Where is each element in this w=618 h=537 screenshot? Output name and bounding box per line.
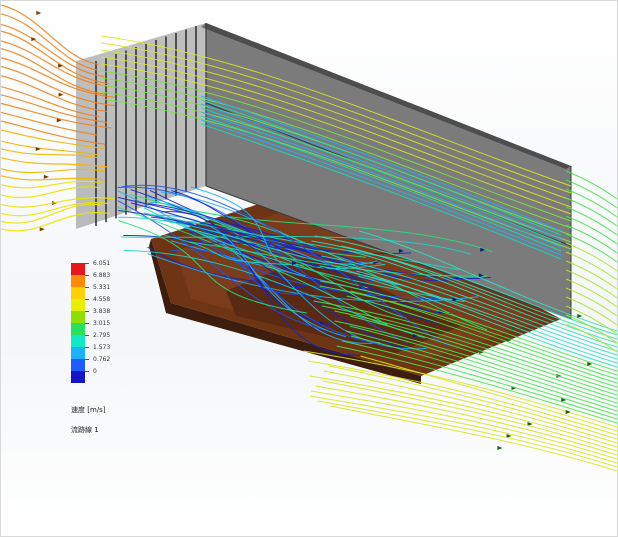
- colorbar-swatch: [71, 359, 85, 371]
- colorbar-label: 6.883: [93, 272, 111, 279]
- colorbar-label: 3.015: [93, 320, 111, 327]
- colorbar-label: 0: [93, 368, 97, 375]
- colorbar-swatch: [71, 335, 85, 347]
- colorbar-label: 1.573: [93, 344, 111, 351]
- viewport-frame: 6.051 6.883 5.331 4.558 3.838 3.015 2.795 1.573…: [0, 0, 618, 537]
- colorbar-tick: [85, 359, 89, 360]
- colorbar-label: 2.795: [93, 332, 111, 339]
- colorbar-swatch: [71, 275, 85, 287]
- colorbar-swatch: [71, 347, 85, 359]
- colorbar-tick: [85, 347, 89, 348]
- flow-simulation-view[interactable]: [1, 1, 618, 537]
- colorbar-label: 0.762: [93, 356, 111, 363]
- colorbar-label: 4.558: [93, 296, 111, 303]
- colorbar-tick: [85, 275, 89, 276]
- colorbar-swatch: [71, 311, 85, 323]
- colorbar-tick: [85, 311, 89, 312]
- colorbar-swatch: [71, 287, 85, 299]
- legend-title: 速度 [m/s]: [71, 406, 106, 414]
- colorbar-swatch: [71, 263, 85, 275]
- colorbar-tick: [85, 263, 89, 264]
- colorbar-swatch: [71, 371, 85, 383]
- colorbar-tick: [85, 371, 89, 372]
- colorbar-swatch: [71, 323, 85, 335]
- trace-name-label: 流跡線 1: [71, 426, 99, 434]
- colorbar-swatch: [71, 299, 85, 311]
- colorbar-label: 3.838: [93, 308, 111, 315]
- colorbar-tick: [85, 335, 89, 336]
- colorbar-label: 6.051: [93, 260, 111, 267]
- colorbar-label: 5.331: [93, 284, 111, 291]
- colorbar-tick: [85, 323, 89, 324]
- colorbar-tick: [85, 287, 89, 288]
- colorbar-tick: [85, 299, 89, 300]
